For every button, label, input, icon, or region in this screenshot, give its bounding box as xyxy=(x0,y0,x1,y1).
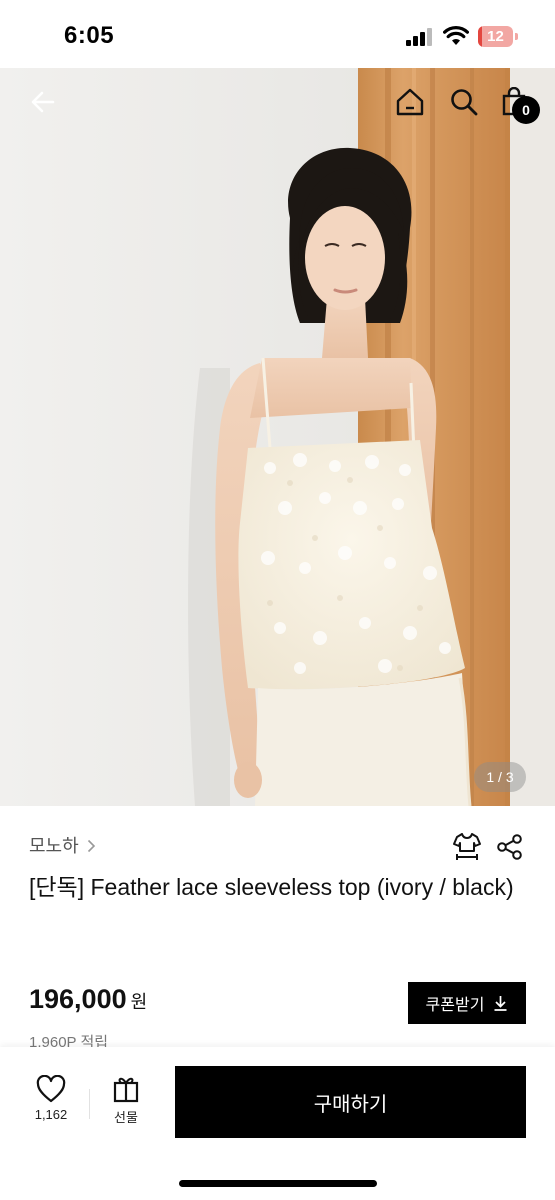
home-icon[interactable] xyxy=(390,82,430,122)
status-time: 6:05 xyxy=(64,22,115,49)
coupon-button-label: 쿠폰받기 xyxy=(425,997,485,1014)
product-title: [단독] Feather lace sleeveless top (ivory … xyxy=(29,874,514,900)
arrow-left-icon[interactable] xyxy=(23,82,63,122)
share-icon[interactable] xyxy=(493,830,527,864)
product-photo xyxy=(0,68,555,806)
wifi-icon xyxy=(443,26,469,45)
bottom-action-bar: 1,162 선물 구매하기 xyxy=(0,1047,555,1200)
gift-label: 선물 xyxy=(114,1110,138,1125)
cart-count-badge: 0 xyxy=(512,96,540,124)
gallery-page-indicator: 1 / 3 xyxy=(474,762,526,792)
gift-icon xyxy=(113,1077,139,1103)
home-indicator xyxy=(179,1180,377,1187)
reward-points: 1,960P 적립 xyxy=(29,1034,109,1047)
price-currency: 원 xyxy=(130,992,148,1012)
divider xyxy=(89,1089,90,1119)
cellular-signal-icon xyxy=(406,28,434,46)
status-bar: 6:05 12 xyxy=(0,0,555,68)
chevron-right-icon xyxy=(87,839,95,852)
buy-button-label: 구매하기 xyxy=(313,1093,388,1116)
product-image-gallery[interactable]: 1 / 3 xyxy=(0,68,555,806)
heart-icon xyxy=(36,1075,66,1103)
gift-button[interactable]: 선물 xyxy=(100,1075,152,1135)
buy-button[interactable]: 구매하기 xyxy=(175,1066,526,1138)
brand-name: 모노하 xyxy=(29,836,79,856)
product-price: 196,000 원 xyxy=(29,984,147,1015)
get-coupon-button[interactable]: 쿠폰받기 xyxy=(408,982,526,1024)
clothing-size-icon[interactable] xyxy=(450,830,484,864)
like-count: 1,162 xyxy=(34,1107,68,1122)
battery-icon: 12 xyxy=(478,26,518,47)
like-button[interactable]: 1,162 xyxy=(22,1075,80,1135)
brand-link[interactable]: 모노하 xyxy=(29,832,96,858)
price-value: 196,000 xyxy=(29,984,127,1014)
battery-level: 12 xyxy=(487,28,504,45)
search-icon[interactable] xyxy=(444,82,484,122)
download-icon xyxy=(494,996,507,1011)
